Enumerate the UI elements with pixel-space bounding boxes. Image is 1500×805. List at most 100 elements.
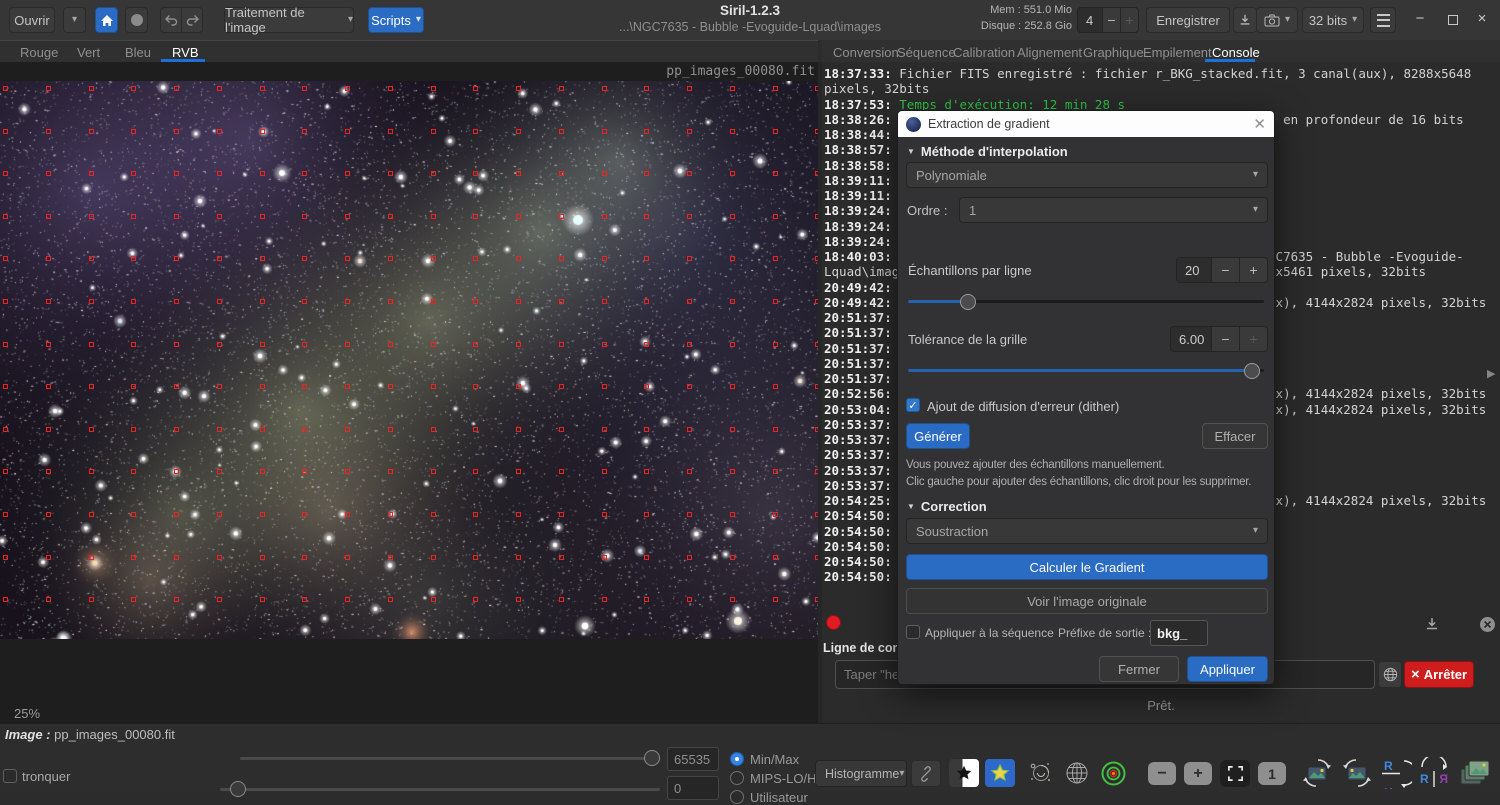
tab-console[interactable]: Console [1212, 45, 1260, 60]
sequence-frames-button[interactable] [1458, 757, 1494, 789]
order-dropdown[interactable]: 1▾ [959, 197, 1268, 223]
tolerance-slider-handle[interactable] [1244, 363, 1260, 379]
panel-expander-arrow[interactable]: ▶ [1487, 367, 1495, 380]
quick-save-button[interactable] [1233, 7, 1257, 33]
apply-sequence-checkbox[interactable] [906, 625, 920, 639]
zoom-fit-button[interactable] [1220, 760, 1250, 787]
gradient-sample-marker [345, 469, 350, 474]
link-channels-button[interactable] [911, 760, 941, 787]
gradient-sample-marker [174, 256, 179, 261]
star-rendering-button[interactable] [985, 759, 1015, 787]
samples-plus-button[interactable]: + [1239, 257, 1268, 283]
undo-icon [164, 14, 179, 27]
dialog-titlebar[interactable]: Extraction de gradient ✕ [898, 111, 1274, 137]
lo-cut-slider-track[interactable] [220, 788, 660, 791]
plus-icon: + [1193, 765, 1202, 783]
tab-empilement[interactable]: Empilement [1143, 45, 1212, 60]
tolerance-minus-button[interactable]: − [1211, 326, 1240, 352]
scripts-menu-button[interactable]: Scripts▾ [368, 7, 424, 33]
negative-view-button[interactable] [949, 759, 979, 787]
save-button[interactable]: Enregistrer [1146, 7, 1230, 33]
home-button[interactable] [95, 7, 118, 33]
minimize-button[interactable]: − [1408, 8, 1432, 32]
flip-vertical-button[interactable]: R R [1380, 757, 1412, 789]
user-radio[interactable] [730, 790, 744, 804]
dither-checkbox[interactable]: ✓ [906, 398, 920, 412]
tab-rouge[interactable]: Rouge [20, 45, 58, 60]
samples-value[interactable]: 20 [1176, 257, 1212, 283]
zoom-one-button[interactable]: 1 [1258, 762, 1286, 785]
close-window-button[interactable]: × [1470, 8, 1494, 32]
display-mode-dropdown[interactable]: Histogramme▾ [815, 760, 907, 787]
astrometry-button[interactable] [1026, 758, 1056, 788]
compute-gradient-button[interactable]: Calculer le Gradient [906, 554, 1268, 580]
export-log-button[interactable] [1420, 612, 1444, 636]
tab-conversion[interactable]: Conversion [833, 45, 899, 60]
close-dialog-button[interactable]: Fermer [1099, 656, 1179, 682]
gradient-sample-marker [174, 597, 179, 602]
gradient-sample-marker [687, 256, 692, 261]
lo-value-input[interactable] [667, 776, 719, 800]
zoom-in-button[interactable]: + [1184, 762, 1212, 785]
gradient-sample-marker [473, 342, 478, 347]
tab-vert[interactable]: Vert [77, 45, 100, 60]
flip-horizontal-button[interactable]: R R [1418, 757, 1450, 789]
gradient-sample-marker [559, 86, 564, 91]
thread-minus-button[interactable]: − [1102, 7, 1121, 33]
undo-button[interactable] [160, 7, 182, 33]
clear-log-button[interactable] [1476, 613, 1498, 635]
apply-dialog-button[interactable]: Appliquer [1187, 656, 1268, 682]
open-dropdown-button[interactable]: ▾ [63, 7, 86, 33]
restore-button[interactable] [1441, 8, 1465, 32]
truncate-checkbox[interactable] [3, 769, 17, 783]
clear-samples-button[interactable]: Effacer [1202, 423, 1268, 449]
thread-plus-button[interactable]: + [1120, 7, 1139, 33]
snapshot-button[interactable]: ▾ [1256, 7, 1298, 33]
zoom-out-button[interactable]: − [1148, 762, 1176, 785]
redo-button[interactable] [181, 7, 203, 33]
gradient-sample-grid[interactable] [0, 81, 818, 639]
dialog-close-icon[interactable]: ✕ [1253, 115, 1266, 133]
tab-bleu[interactable]: Bleu [125, 45, 151, 60]
gradient-sample-marker [46, 597, 51, 602]
correction-dropdown[interactable]: Soustraction▾ [906, 518, 1268, 544]
tab-rvb[interactable]: RVB [172, 45, 199, 60]
mips-radio[interactable] [730, 771, 744, 785]
samples-slider-handle[interactable] [960, 294, 976, 310]
open-button[interactable]: Ouvrir [9, 7, 55, 33]
annotations-button[interactable] [1062, 758, 1092, 788]
tolerance-value[interactable]: 6.00 [1170, 326, 1212, 352]
chevron-down-icon: ▾ [72, 15, 77, 25]
tab-graphique[interactable]: Graphique [1083, 45, 1144, 60]
minmax-radio[interactable] [730, 752, 744, 766]
photometry-button[interactable] [1098, 758, 1128, 788]
generate-samples-button[interactable]: Générer [906, 423, 970, 449]
hamburger-menu-button[interactable] [1370, 7, 1396, 33]
stop-button[interactable]: × Arrêter [1404, 661, 1474, 688]
tab-calibration[interactable]: Calibration [953, 45, 1015, 60]
siril-logo-icon [906, 117, 921, 132]
hi-cut-slider-handle[interactable] [644, 750, 660, 766]
hi-value-input[interactable] [667, 747, 719, 771]
thread-count-value[interactable]: 4 [1077, 7, 1103, 33]
view-original-button[interactable]: Voir l'image originale [906, 588, 1268, 614]
image-processing-menu-button[interactable]: Traitement de l'image▾ [224, 7, 354, 33]
samples-minus-button[interactable]: − [1211, 257, 1240, 283]
tab-alignement[interactable]: Alignement [1017, 45, 1082, 60]
command-help-button[interactable] [1378, 661, 1402, 688]
hi-cut-slider-track[interactable] [240, 757, 660, 760]
rotate-right-button[interactable] [1340, 757, 1374, 789]
correction-section-header[interactable]: ▼Correction [907, 499, 987, 514]
gradient-sample-marker [687, 427, 692, 432]
interpolation-dropdown[interactable]: Polynomiale▾ [906, 162, 1268, 188]
image-viewport[interactable]: pp_images_00080.fit 25% [0, 62, 818, 723]
bit-depth-button[interactable]: 32 bits▾ [1302, 7, 1364, 33]
lo-cut-slider-handle[interactable] [230, 781, 246, 797]
rotate-left-button[interactable] [1300, 757, 1334, 789]
gradient-sample-marker [3, 214, 8, 219]
interpolation-section-header[interactable]: ▼Méthode d'interpolation [907, 144, 1068, 159]
record-button[interactable] [125, 7, 148, 33]
tab-sequence[interactable]: Séquence [897, 45, 956, 60]
output-prefix-input[interactable] [1150, 620, 1208, 646]
tolerance-plus-button[interactable]: + [1239, 326, 1268, 352]
